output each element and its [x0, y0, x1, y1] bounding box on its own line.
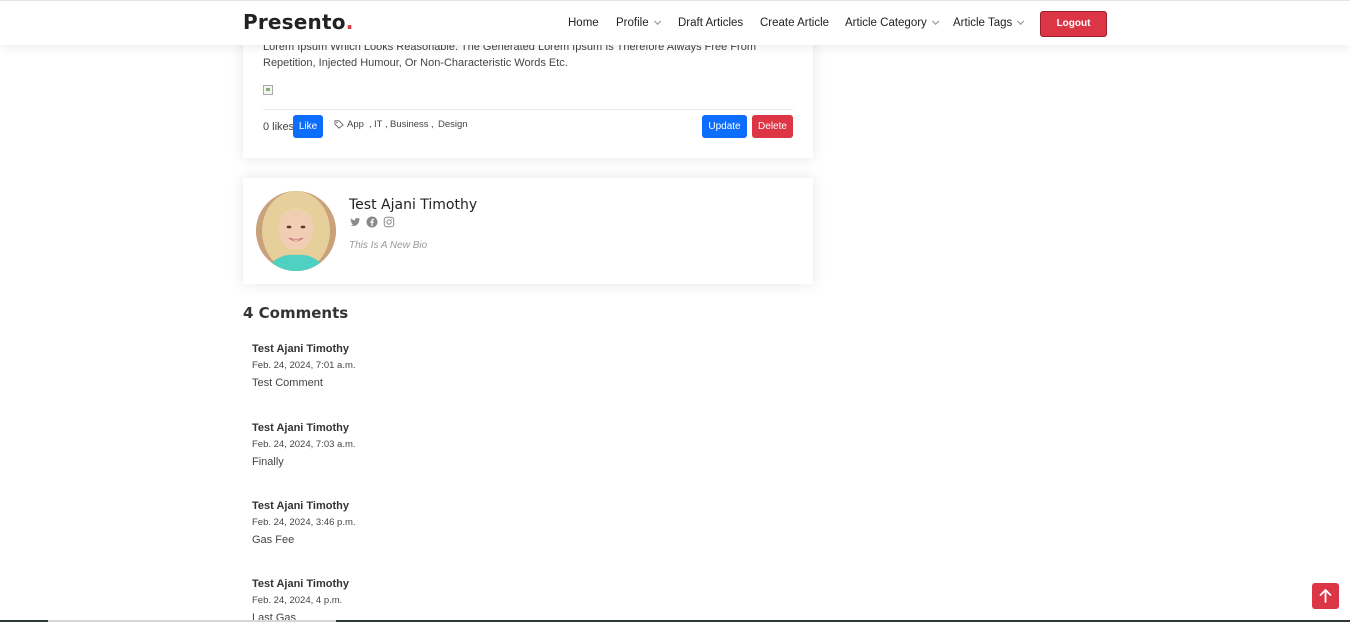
article-card: Lorem Ipsum Which Looks Reasonable. The …	[243, 30, 813, 158]
author-avatar	[256, 191, 336, 271]
comment-author: Test Ajani Timothy	[252, 500, 349, 512]
comment-author: Test Ajani Timothy	[252, 578, 349, 590]
nav-article-category-label: Article Category	[845, 17, 927, 29]
delete-button[interactable]: Delete	[752, 115, 793, 138]
likes-count: 0 likes	[263, 121, 295, 133]
comment-author: Test Ajani Timothy	[252, 422, 349, 434]
tag-separator: ,	[431, 119, 434, 130]
brand-dot: .	[345, 10, 354, 34]
tag-link[interactable]: Design	[438, 119, 468, 130]
chevron-down-icon	[1017, 17, 1025, 25]
nav-profile[interactable]: Profile	[616, 17, 661, 29]
nav-article-tags[interactable]: Article Tags	[953, 17, 1025, 29]
comment-text: Last Gas	[252, 612, 297, 620]
nav-create-article[interactable]: Create Article	[760, 17, 829, 29]
comment-item: Test Ajani Timothy Feb. 24, 2024, 7:01 a…	[252, 343, 652, 403]
article-divider	[263, 109, 793, 110]
chevron-down-icon	[653, 17, 661, 25]
comment-text: Finally	[252, 456, 284, 468]
twitter-icon[interactable]	[349, 216, 361, 228]
comment-text: Test Comment	[252, 377, 323, 389]
comment-item: Test Ajani Timothy Feb. 24, 2024, 4 p.m.…	[252, 578, 652, 620]
comment-date: Feb. 24, 2024, 7:03 a.m.	[252, 439, 356, 450]
instagram-icon[interactable]	[383, 216, 395, 228]
tag-link[interactable]: IT	[374, 119, 382, 130]
comments-title: 4 Comments	[243, 304, 349, 322]
site-header: Presento. Home Profile Draft Articles Cr…	[0, 0, 1350, 45]
logout-button[interactable]: Logout	[1040, 11, 1107, 37]
tag-separator: ,	[369, 119, 372, 130]
like-button[interactable]: Like	[293, 115, 323, 138]
author-name: Test Ajani Timothy	[349, 197, 478, 213]
comment-author: Test Ajani Timothy	[252, 343, 349, 355]
tag-link[interactable]: App	[347, 119, 364, 130]
comment-item: Test Ajani Timothy Feb. 24, 2024, 3:46 p…	[252, 500, 652, 560]
nav-profile-label: Profile	[616, 17, 649, 29]
brand-name[interactable]: Presento	[243, 10, 346, 34]
tag-icon	[334, 120, 344, 129]
nav-draft-articles[interactable]: Draft Articles	[678, 17, 743, 29]
back-to-top-button[interactable]	[1312, 583, 1339, 609]
facebook-icon[interactable]	[366, 216, 378, 228]
tag-link[interactable]: Business	[390, 119, 429, 130]
chevron-down-icon	[931, 17, 939, 25]
tag-separator: ,	[385, 119, 388, 130]
author-bio: This Is A New Bio	[349, 240, 428, 251]
avatar-image	[256, 191, 336, 271]
arrow-up-icon	[1319, 589, 1332, 603]
comment-date: Feb. 24, 2024, 3:46 p.m.	[252, 517, 356, 528]
comment-date: Feb. 24, 2024, 7:01 a.m.	[252, 360, 356, 371]
nav-article-tags-label: Article Tags	[953, 17, 1013, 29]
brand-logo[interactable]: Presento.	[243, 10, 354, 34]
nav-home[interactable]: Home	[568, 17, 599, 29]
author-card: Test Ajani Timothy This Is A New Bio	[243, 178, 813, 284]
comment-date: Feb. 24, 2024, 4 p.m.	[252, 595, 343, 606]
comment-item: Test Ajani Timothy Feb. 24, 2024, 7:03 a…	[252, 422, 652, 482]
nav-article-category[interactable]: Article Category	[845, 17, 939, 29]
update-button[interactable]: Update	[702, 115, 747, 138]
comment-text: Gas Fee	[252, 534, 295, 546]
broken-image-icon	[263, 85, 273, 95]
